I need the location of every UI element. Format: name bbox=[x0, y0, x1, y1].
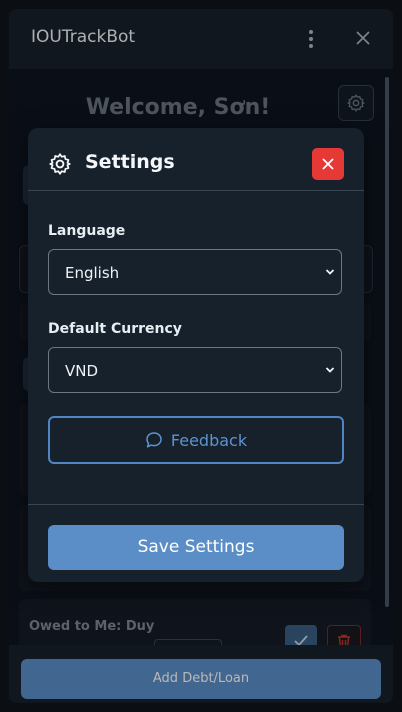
feedback-label: Feedback bbox=[170, 430, 248, 450]
language-label: Language bbox=[48, 223, 126, 239]
language-select[interactable]: English bbox=[48, 249, 342, 295]
settings-dialog: Settings Language English Default Curren… bbox=[28, 128, 364, 582]
settings-title: Settings bbox=[85, 151, 175, 173]
gear-icon bbox=[49, 153, 71, 175]
divider bbox=[28, 504, 364, 505]
currency-select[interactable]: VND bbox=[48, 347, 342, 393]
currency-label: Default Currency bbox=[48, 321, 182, 337]
close-icon bbox=[322, 158, 334, 170]
close-settings-button[interactable] bbox=[312, 148, 344, 180]
chevron-down-icon bbox=[325, 269, 335, 275]
save-settings-button[interactable]: Save Settings bbox=[48, 525, 344, 570]
app-window: IOUTrackBot Welcome, Sơn! Owed to Me: Du… bbox=[9, 9, 393, 703]
language-value: English bbox=[65, 264, 120, 282]
feedback-button[interactable]: Feedback bbox=[48, 416, 344, 464]
chevron-down-icon bbox=[325, 367, 335, 373]
currency-value: VND bbox=[65, 362, 99, 380]
speech-bubble-icon bbox=[146, 432, 162, 448]
settings-header: Settings bbox=[28, 128, 364, 191]
